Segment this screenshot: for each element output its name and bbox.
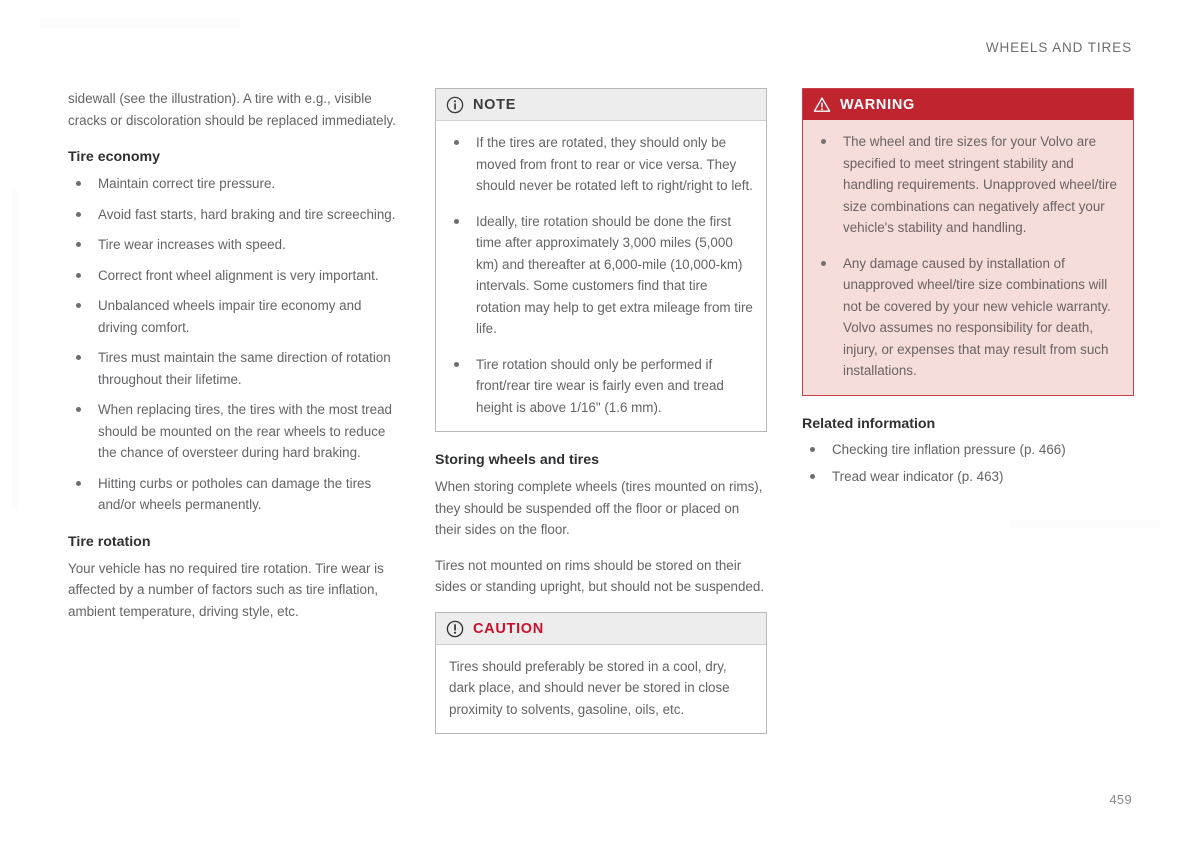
page-columns: sidewall (see the illustration). A tire …	[68, 88, 1134, 752]
related-information-heading: Related information	[802, 415, 936, 432]
caution-box-title: CAUTION	[473, 620, 544, 637]
caution-box-header: CAUTION	[436, 612, 766, 645]
list-item: When replacing tires, the tires with the…	[68, 399, 400, 464]
exclamation-circle-icon	[446, 620, 464, 638]
intro-paragraph: sidewall (see the illustration). A tire …	[68, 91, 396, 128]
info-circle-icon	[446, 96, 464, 114]
list-item: Maintain correct tire pressure.	[68, 173, 400, 195]
list-item: Tire wear increases with speed.	[68, 234, 400, 256]
list-item: Tire rotation should only be performed i…	[446, 354, 753, 419]
page-title: WHEELS AND TIRES	[985, 40, 1132, 55]
warning-box-body: The wheel and tire sizes for your Volvo …	[803, 120, 1133, 395]
column-right: WARNING The wheel and tire sizes for you…	[802, 88, 1134, 494]
list-item: Hitting curbs or potholes can damage the…	[68, 473, 400, 516]
note-box-title: NOTE	[473, 97, 517, 113]
warning-triangle-icon	[813, 96, 831, 114]
scan-artifact	[40, 18, 240, 28]
related-information-list: Checking tire inflation pressure (p. 466…	[802, 439, 1134, 488]
list-item[interactable]: Tread wear indicator (p. 463)	[802, 466, 1134, 488]
warning-box-header: WARNING	[803, 89, 1133, 120]
tire-rotation-paragraph: Your vehicle has no required tire rotati…	[68, 560, 384, 619]
warning-list: The wheel and tire sizes for your Volvo …	[813, 131, 1120, 382]
list-item[interactable]: Checking tire inflation pressure (p. 466…	[802, 439, 1134, 461]
list-item: If the tires are rotated, they should on…	[446, 132, 753, 197]
list-item: Tires must maintain the same direction o…	[68, 347, 400, 390]
scan-artifact	[12, 190, 18, 510]
note-box-body: If the tires are rotated, they should on…	[436, 121, 766, 431]
caution-box: CAUTION Tires should preferably be store…	[435, 611, 767, 734]
storing-paragraph-1: When storing complete wheels (tires moun…	[435, 479, 763, 537]
list-item: Ideally, tire rotation should be done th…	[446, 211, 753, 340]
warning-box: WARNING The wheel and tire sizes for you…	[802, 88, 1134, 396]
related-link[interactable]: Checking tire inflation pressure (p. 466…	[832, 442, 1066, 457]
note-list: If the tires are rotated, they should on…	[446, 132, 753, 418]
list-item: Unbalanced wheels impair tire economy an…	[68, 295, 400, 338]
storing-heading: Storing wheels and tires	[435, 452, 599, 468]
column-middle: NOTE If the tires are rotated, they shou…	[435, 88, 767, 752]
list-item: Any damage caused by installation of una…	[813, 253, 1120, 382]
list-item: Avoid fast starts, hard braking and tire…	[68, 204, 400, 226]
note-box-header: NOTE	[436, 89, 766, 121]
tire-economy-list: Maintain correct tire pressure. Avoid fa…	[68, 173, 400, 516]
warning-box-title: WARNING	[840, 97, 915, 113]
related-information-section: Related information Checking tire inflat…	[802, 414, 1134, 488]
related-link[interactable]: Tread wear indicator (p. 463)	[832, 469, 1003, 484]
storing-paragraph-2: Tires not mounted on rims should be stor…	[435, 557, 765, 595]
tire-rotation-heading: Tire rotation	[68, 533, 151, 550]
caution-text: Tires should preferably be stored in a c…	[449, 658, 730, 717]
tire-economy-heading: Tire economy	[68, 149, 160, 165]
caution-box-body: Tires should preferably be stored in a c…	[436, 645, 766, 734]
note-box: NOTE If the tires are rotated, they shou…	[435, 88, 767, 432]
list-item: The wheel and tire sizes for your Volvo …	[813, 131, 1120, 239]
column-left: sidewall (see the illustration). A tire …	[68, 88, 400, 636]
list-item: Correct front wheel alignment is very im…	[68, 265, 400, 287]
page-number: 459	[1109, 792, 1132, 807]
